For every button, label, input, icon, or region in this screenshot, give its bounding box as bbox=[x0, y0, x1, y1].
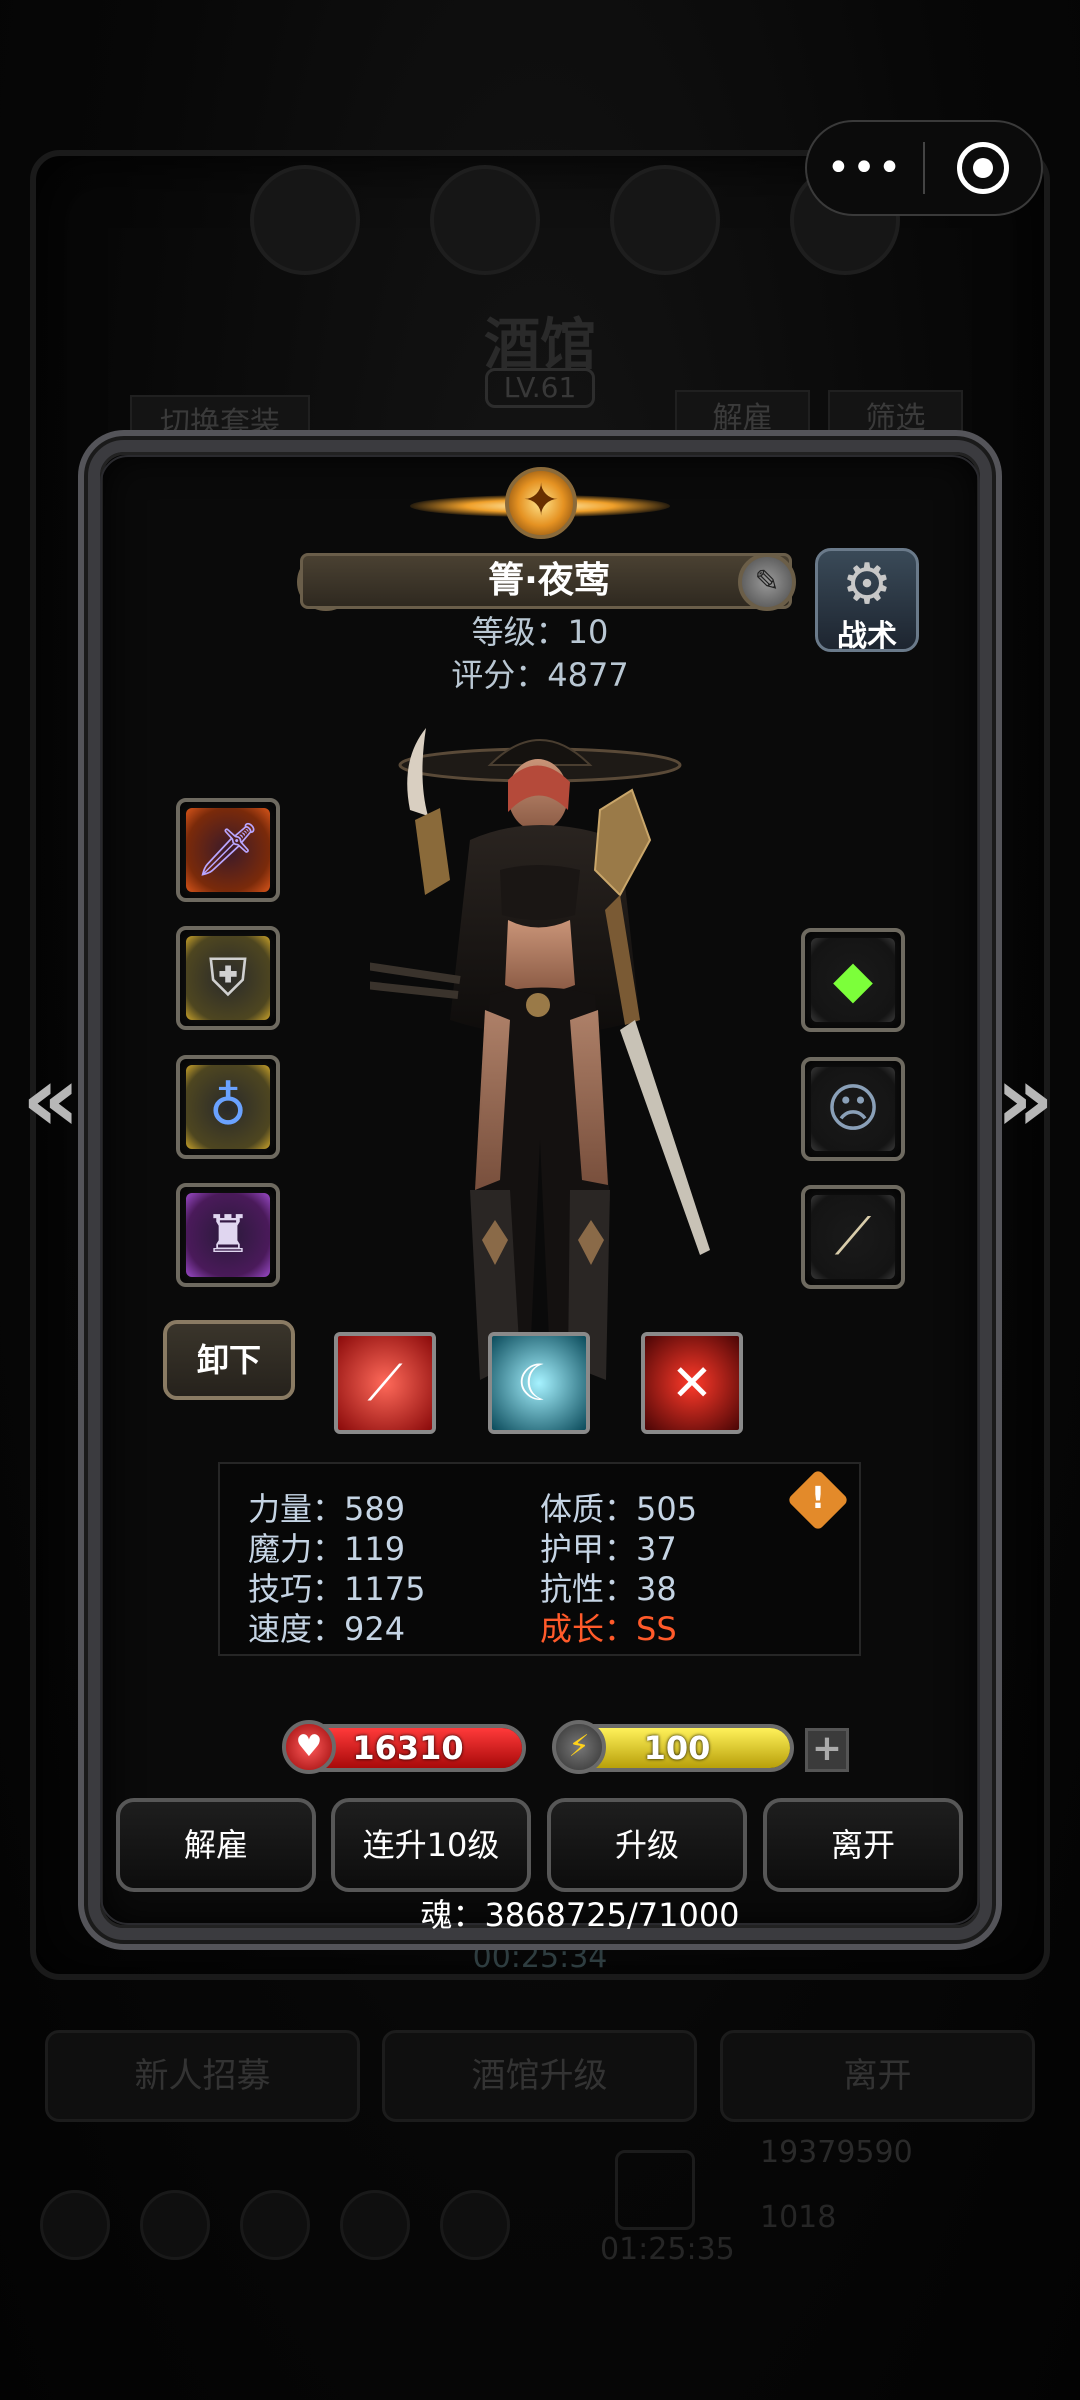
dagger-icon: 🗡 bbox=[194, 820, 261, 880]
equip-slot-accessory-1[interactable]: ◆ bbox=[801, 928, 905, 1032]
dismiss-button[interactable]: 解雇 bbox=[116, 1798, 316, 1892]
souls-counter: 魂：3868725/71000 bbox=[420, 1896, 740, 1934]
tavern-level: LV.61 bbox=[485, 368, 595, 408]
bottom-dock bbox=[40, 2190, 510, 2260]
skill-slot-3[interactable]: ✕ bbox=[641, 1332, 743, 1434]
prev-hero-arrow-icon[interactable]: « bbox=[16, 1050, 86, 1150]
level-up-10-button[interactable]: 连升10级 bbox=[331, 1798, 531, 1892]
crimson-blade-skill-icon: ✕ bbox=[671, 1354, 713, 1412]
add-energy-button[interactable]: + bbox=[805, 1728, 849, 1772]
hero-score: 评分：4877 bbox=[451, 656, 629, 694]
skill-slot-1[interactable]: ⟋ bbox=[334, 1332, 436, 1434]
gold-crest-emblem bbox=[410, 455, 670, 555]
dock-icon bbox=[240, 2190, 310, 2260]
next-hero-arrow-icon[interactable]: » bbox=[990, 1050, 1060, 1150]
gift-icon bbox=[615, 2150, 695, 2230]
level-up-button[interactable]: 升级 bbox=[547, 1798, 747, 1892]
hero-name: 箐·夜莺 bbox=[488, 560, 610, 601]
skill-slot-2[interactable]: ☾ bbox=[488, 1332, 590, 1434]
equip-slot-helmet[interactable]: ♜ bbox=[176, 1183, 280, 1287]
hero-nameplate: 箐·夜莺 bbox=[300, 553, 792, 609]
recruit-button: 新人招募 bbox=[45, 2030, 360, 2122]
mask-icon: ☹ bbox=[825, 1079, 881, 1139]
equip-slot-accessory-2[interactable]: ☹ bbox=[801, 1057, 905, 1161]
equip-slot-armor[interactable]: ⛨ bbox=[176, 926, 280, 1030]
dock-icon bbox=[440, 2190, 510, 2260]
tavern-top-icons bbox=[250, 165, 900, 275]
green-crystal-icon: ◆ bbox=[833, 950, 873, 1010]
cyan-slash-skill-icon: ☾ bbox=[516, 1354, 562, 1412]
dock-icon bbox=[140, 2190, 210, 2260]
heart-icon: ♥ bbox=[282, 1720, 336, 1774]
equip-slot-weapon[interactable]: 🗡 bbox=[176, 798, 280, 902]
amulet-icon: ♁ bbox=[208, 1077, 248, 1137]
target-close-icon[interactable] bbox=[925, 142, 1041, 194]
warning-mark: ! bbox=[811, 1481, 825, 1516]
recruit-timer: 00:25:34 bbox=[472, 1940, 608, 1975]
miniprogram-capsule: ••• bbox=[805, 120, 1043, 216]
helmet-icon: ♜ bbox=[204, 1205, 252, 1265]
coins-counter: 19379590 bbox=[760, 2135, 913, 2170]
equip-slot-amulet[interactable]: ♁ bbox=[176, 1055, 280, 1159]
more-dots-icon[interactable]: ••• bbox=[807, 123, 923, 213]
bone-club-icon: ⟋ bbox=[834, 1207, 872, 1267]
equip-slot-accessory-3[interactable]: ⟋ bbox=[801, 1185, 905, 1289]
dock-icon bbox=[340, 2190, 410, 2260]
upgrade-tavern-button: 酒馆升级 bbox=[382, 2030, 697, 2122]
rename-edit-icon[interactable]: ✎ bbox=[738, 553, 796, 611]
gift-timer: 01:25:35 bbox=[600, 2232, 735, 2267]
gems-counter: 1018 bbox=[760, 2200, 837, 2235]
leave-button[interactable]: 离开 bbox=[763, 1798, 963, 1892]
top-icon bbox=[250, 165, 360, 275]
hero-level: 等级：10 bbox=[471, 613, 609, 651]
dock-icon bbox=[40, 2190, 110, 2260]
stat-speed: 速度：924 bbox=[248, 1610, 406, 1648]
stat-growth: 成长：SS bbox=[540, 1610, 677, 1648]
lightning-icon: ⚡ bbox=[552, 1720, 606, 1774]
top-icon bbox=[430, 165, 540, 275]
red-slash-skill-icon: ⟋ bbox=[367, 1354, 403, 1412]
bg-leave-button: 离开 bbox=[720, 2030, 1035, 2122]
armor-icon: ⛨ bbox=[208, 948, 248, 1008]
top-icon bbox=[610, 165, 720, 275]
unequip-button[interactable]: 卸下 bbox=[163, 1320, 295, 1400]
